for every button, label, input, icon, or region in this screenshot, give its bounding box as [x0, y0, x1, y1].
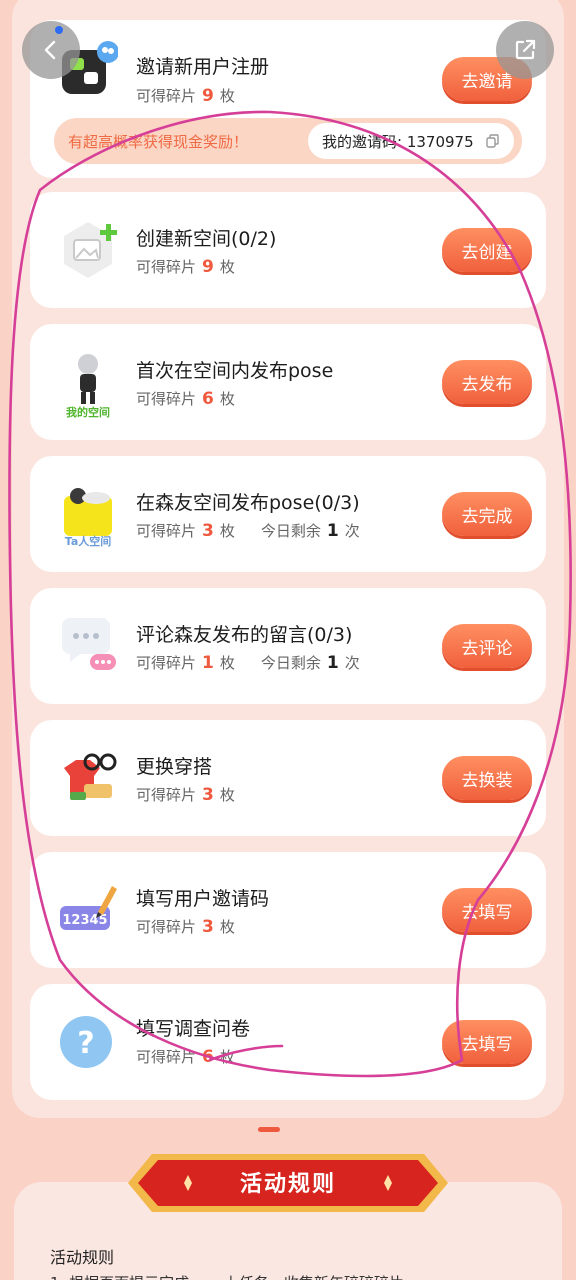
task-card: 评论森友发布的留言(0/3) 可得碎片 1 枚今日剩余 1 次 去评论 — [30, 588, 546, 704]
invite-code-label: 我的邀请码: 1370975 — [322, 132, 474, 151]
code-pencil-icon: 12345 — [60, 886, 117, 930]
task-reward: 可得碎片 3 枚 — [136, 916, 235, 937]
copy-icon[interactable] — [486, 134, 500, 148]
ta-space-label: Ta人空间 — [65, 534, 112, 548]
reward-count: 6 — [202, 389, 214, 409]
task-card: ? 填写调查问卷 可得碎片 6 枚 去填写 — [30, 984, 546, 1100]
task-reward: 可得碎片 1 枚今日剩余 1 次 — [136, 652, 360, 673]
reward-suffix: 枚 — [219, 918, 235, 936]
outfit-icon — [64, 753, 117, 800]
reward-prefix: 可得碎片 — [136, 786, 197, 804]
task-title: 评论森友发布的留言(0/3) — [136, 624, 353, 646]
reward-count: 1 — [202, 653, 214, 673]
question-icon: ? — [60, 1016, 112, 1068]
task-button-complete[interactable]: 去完成 — [442, 492, 532, 536]
my-space-label: 我的空间 — [66, 405, 110, 418]
svg-text:?: ? — [77, 1026, 94, 1061]
reward-prefix: 可得碎片 — [136, 1048, 197, 1066]
task-button-comment[interactable]: 去评论 — [442, 624, 532, 668]
my-space-avatar-icon: 我的空间 — [66, 354, 110, 418]
invite-reward: 可得碎片 9 枚 — [136, 85, 235, 106]
reward-prefix: 可得碎片 — [136, 522, 197, 540]
task-button-create[interactable]: 去创建 — [442, 228, 532, 272]
promo-bar: 有超高概率获得现金奖励！ 我的邀请码: 1370975 — [54, 118, 522, 164]
task-reward: 可得碎片 6 枚 — [136, 1046, 235, 1067]
task-reward: 可得碎片 9 枚 — [136, 256, 235, 277]
reward-suffix: 枚 — [219, 87, 235, 105]
chat-bubbles-icon — [62, 618, 116, 670]
reward-count: 6 — [202, 1047, 214, 1067]
daily-prefix: 今日剩余 — [260, 522, 321, 540]
reward-suffix: 枚 — [219, 654, 235, 672]
reward-count: 3 — [202, 917, 214, 937]
reward-count: 9 — [202, 257, 214, 277]
task-card: Ta人空间 在森友空间发布pose(0/3) 可得碎片 3 枚 今日剩余 1 次 去完成 — [30, 456, 546, 572]
task-title: 创建新空间(0/2) — [136, 228, 277, 250]
reward-count: 3 — [202, 521, 214, 541]
task-card: 12345 填写用户邀请码 可得碎片 3 枚 去填写 — [30, 852, 546, 968]
reward-prefix: 可得碎片 — [136, 654, 197, 672]
share-external-icon — [515, 39, 536, 60]
task-title: 在森友空间发布pose(0/3) — [136, 492, 360, 514]
task-button-survey[interactable]: 去填写 — [442, 1020, 532, 1064]
invite-card: 邀请新用户注册 可得碎片 9 枚 去邀请 有超高概率获得现金奖励！ 我的邀请码: 1… — [30, 20, 546, 178]
task-title: 填写用户邀请码 — [136, 888, 270, 910]
reward-suffix: 枚 — [219, 522, 235, 540]
reward-suffix: 枚 — [219, 258, 235, 276]
task-card: 更换穿搭 可得碎片 3 枚 去换装 — [30, 720, 546, 836]
image-plus-icon — [64, 222, 117, 278]
invite-title: 邀请新用户注册 — [136, 56, 270, 78]
rules-banner-title: 活动规则 — [239, 1172, 336, 1197]
share-button[interactable] — [496, 21, 554, 79]
task-card: 我的空间 首次在空间内发布pose 可得碎片 6 枚 去发布 — [30, 324, 546, 440]
daily-count: 1 — [326, 653, 339, 673]
ta-space-sofa-icon: Ta人空间 — [64, 488, 112, 548]
reward-suffix: 枚 — [219, 390, 235, 408]
back-button[interactable] — [22, 21, 80, 79]
task-button-publish[interactable]: 去发布 — [442, 360, 532, 404]
reward-prefix: 可得碎片 — [136, 258, 197, 276]
reward-count: 3 — [202, 785, 214, 805]
reward-suffix: 枚 — [219, 786, 235, 804]
task-reward: 可得碎片 6 枚 — [136, 388, 235, 409]
promo-text: 有超高概率获得现金奖励！ — [68, 133, 249, 151]
rules-line: 1. 根据页面提示完成一… 上任务，收集新年碎碎碎片 — [50, 1272, 404, 1280]
reward-prefix: 可得碎片 — [136, 390, 197, 408]
task-button-change-outfit[interactable]: 去换装 — [442, 756, 532, 800]
reward-suffix: 枚 — [219, 1048, 235, 1066]
invite-code-box[interactable]: 我的邀请码: 1370975 — [308, 123, 514, 159]
task-button-fill-code[interactable]: 去填写 — [442, 888, 532, 932]
daily-prefix: 今日剩余 — [260, 654, 321, 672]
task-title: 更换穿搭 — [136, 756, 213, 778]
reward-prefix: 可得碎片 — [136, 87, 197, 105]
task-reward: 可得碎片 3 枚 今日剩余 1 次 — [136, 520, 360, 541]
rules-heading: 活动规则 — [50, 1248, 115, 1267]
page-indicator — [258, 1127, 280, 1132]
daily-count: 1 — [326, 521, 339, 541]
task-card: 创建新空间(0/2) 可得碎片 9 枚 去创建 — [30, 192, 546, 308]
chevron-left-icon — [44, 40, 56, 60]
task-reward: 可得碎片 3 枚 — [136, 784, 235, 805]
reward-count: 9 — [202, 86, 214, 106]
daily-suffix: 次 — [344, 654, 360, 672]
task-title: 填写调查问卷 — [136, 1018, 251, 1040]
daily-suffix: 次 — [344, 522, 360, 540]
task-title: 首次在空间内发布pose — [136, 360, 334, 382]
reward-prefix: 可得碎片 — [136, 918, 197, 936]
notification-dot — [55, 26, 63, 34]
